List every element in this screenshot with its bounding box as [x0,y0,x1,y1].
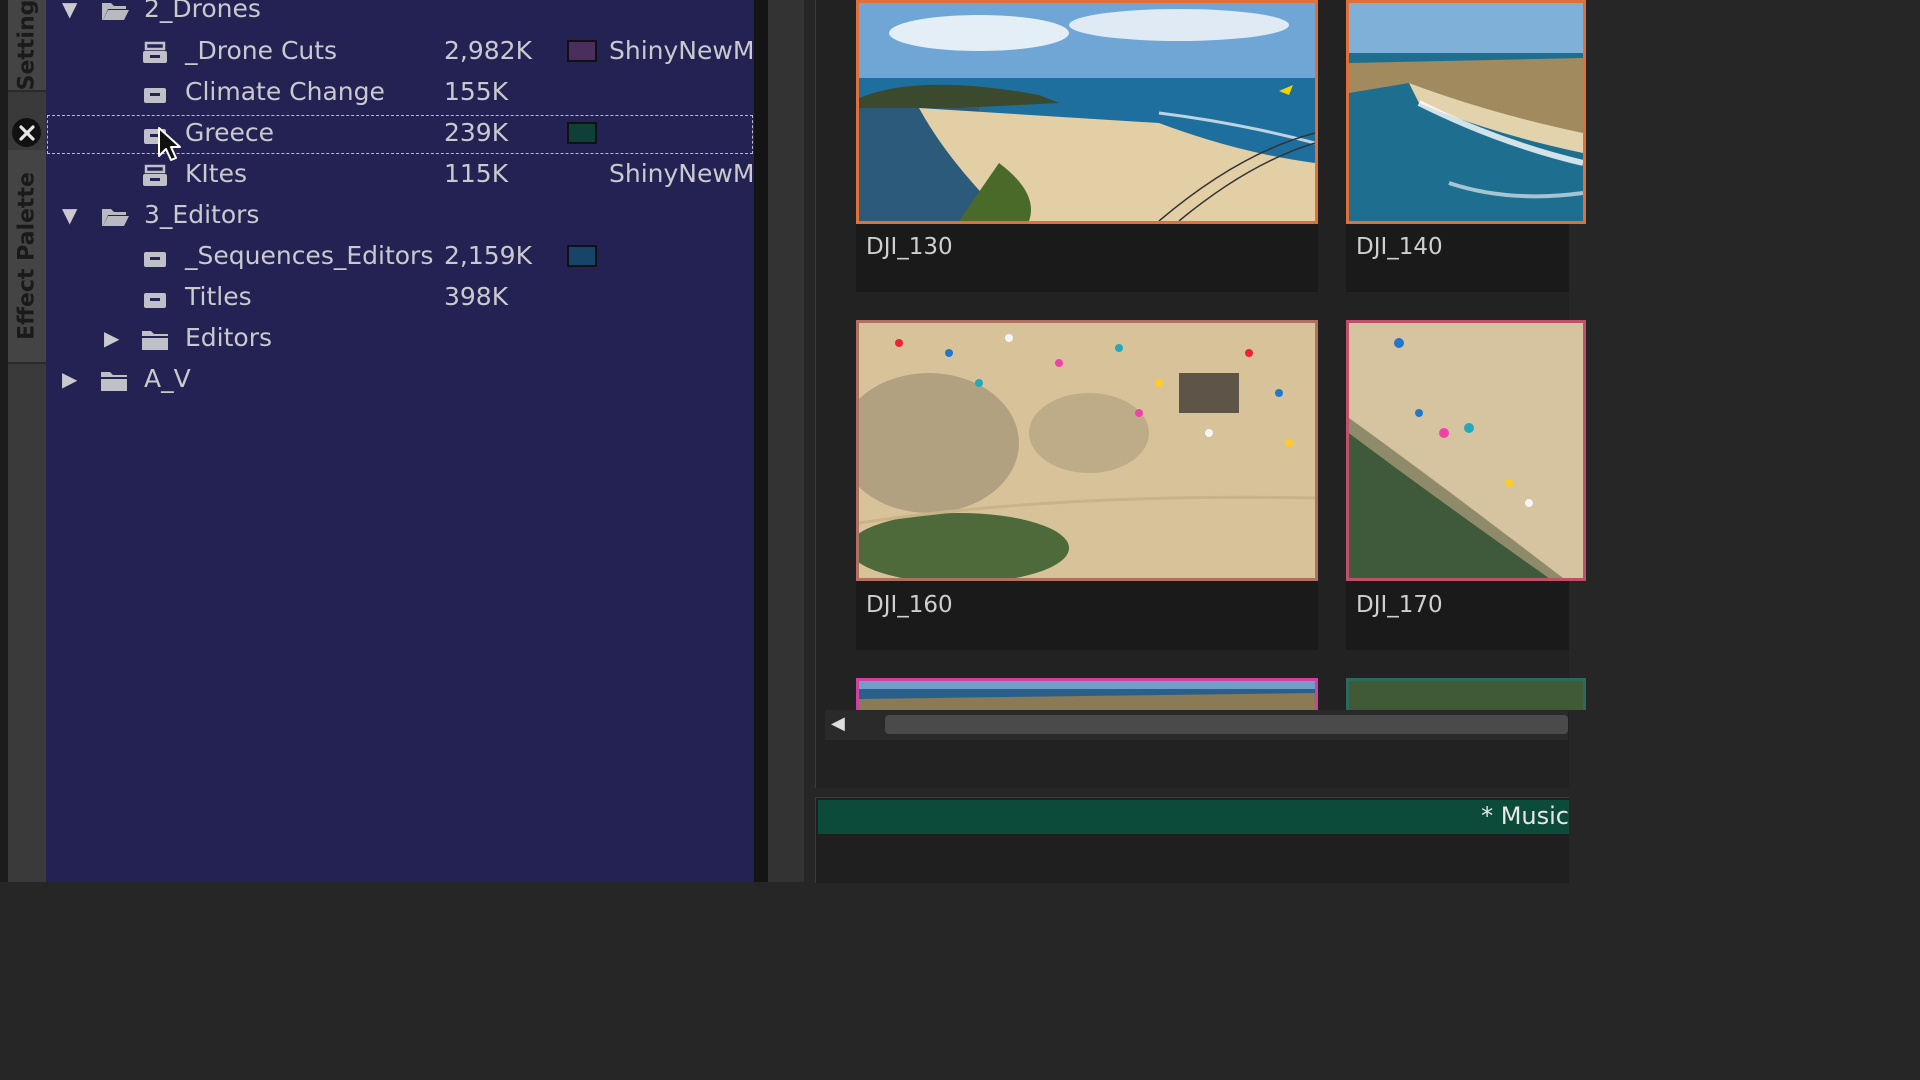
tab-effect-palette-label: Effect Palette [14,172,40,340]
folder-icon [100,369,128,398]
scroll-left-icon[interactable]: ◀ [831,713,845,734]
tree-row-label: Climate Change [185,77,385,106]
tree-row-label: 3_Editors [144,200,260,229]
clip-card-dji-170[interactable]: DJI_170 [1346,320,1586,650]
tree-row-climate-change[interactable]: Climate Change 155K [46,73,754,114]
folder-open-icon [100,0,130,29]
tree-row-label: Editors [185,323,273,352]
bin-icon [143,82,167,111]
music-panel-title: * Music [1481,802,1569,830]
tab-strip-edge [0,0,8,882]
tree-row-sequences-editors[interactable]: _Sequences_Editors 2,159K [46,237,754,278]
clip-thumbnail[interactable] [856,0,1318,224]
bin-tree-panel: ▼ 2_Drones _Drone Cuts 2,982K ShinyNewM … [46,0,754,882]
tree-row-label: Greece [185,118,274,147]
bin-open-icon [141,164,169,194]
tab-settings-label: Setting [14,0,40,91]
clip-thumbnail-browser: DJI_130 DJI_140 DJI_160 DJI_170 [815,0,1586,788]
bin-size: 2,982K [444,36,532,65]
close-icon[interactable] [12,118,41,147]
collapse-triangle-icon[interactable]: ▶ [62,367,77,391]
music-panel-header[interactable]: * Music [818,800,1569,834]
clip-card-partial[interactable] [1346,678,1586,710]
tree-row-a-v[interactable]: ▶ A_V [46,360,754,401]
collapse-triangle-icon[interactable]: ▶ [104,326,119,350]
bin-size: 239K [444,118,509,147]
tree-row-label: KItes [185,159,247,188]
clip-thumbnail[interactable] [1346,0,1586,224]
folder-icon [141,328,169,357]
tab-settings[interactable]: Setting [8,0,46,92]
tree-row-greece[interactable]: Greece 239K [46,114,754,155]
folder-open-icon [100,205,130,235]
bin-project: ShinyNewM [609,36,754,65]
clip-thumbnail[interactable] [856,678,1318,710]
expand-triangle-icon[interactable]: ▼ [62,0,77,21]
bin-icon [143,246,167,275]
clip-name: DJI_170 [1356,592,1443,618]
tree-row-kites[interactable]: KItes 115K ShinyNewM [46,155,754,196]
clip-name: DJI_140 [1356,234,1443,260]
mouse-cursor-icon [157,126,183,168]
tree-row-label: 2_Drones [144,0,261,23]
bin-color-chip [567,245,597,267]
expand-triangle-icon[interactable]: ▼ [62,203,77,227]
bin-color-chip [567,40,597,62]
tree-row-titles[interactable]: Titles 398K [46,278,754,319]
tree-row-label: A_V [144,364,191,393]
bin-project: ShinyNewM [609,159,754,188]
panel-divider[interactable] [754,0,768,882]
tab-effect-palette[interactable]: Effect Palette [8,150,46,364]
scrollbar-thumb[interactable] [885,715,1568,734]
clip-card-dji-160[interactable]: DJI_160 [856,320,1318,650]
bin-size: 155K [444,77,509,106]
panel-tab-strip: Setting Effect Palette [0,0,46,882]
clip-card-dji-130[interactable]: DJI_130 [856,0,1318,292]
clip-name: DJI_160 [866,592,953,618]
clip-card-partial[interactable] [856,678,1318,710]
tree-row-3-editors[interactable]: ▼ 3_Editors [46,196,754,237]
panel-gutter [768,0,804,882]
clip-thumbnail[interactable] [856,320,1318,581]
clip-thumbnail[interactable] [1346,320,1586,581]
bin-color-chip [567,122,597,144]
tree-row-label: _Drone Cuts [185,36,338,65]
music-bin-panel: * Music [815,797,1569,883]
tree-row-editors[interactable]: ▶ Editors [46,319,754,360]
bin-size: 115K [444,159,509,188]
clip-name: DJI_130 [866,234,953,260]
tree-row-2-drones[interactable]: ▼ 2_Drones [46,0,754,31]
tree-row-label: Titles [185,282,252,311]
bin-icon [143,287,167,316]
bin-size: 398K [444,282,509,311]
clip-card-dji-140[interactable]: DJI_140 [1346,0,1586,292]
horizontal-scrollbar[interactable]: ◀ [825,710,1568,740]
bin-open-icon [141,41,169,71]
tree-row-drone-cuts[interactable]: _Drone Cuts 2,982K ShinyNewM [46,32,754,73]
bin-size: 2,159K [444,241,532,270]
tree-row-label: _Sequences_Editors [185,241,434,270]
clip-thumbnail[interactable] [1346,678,1586,710]
